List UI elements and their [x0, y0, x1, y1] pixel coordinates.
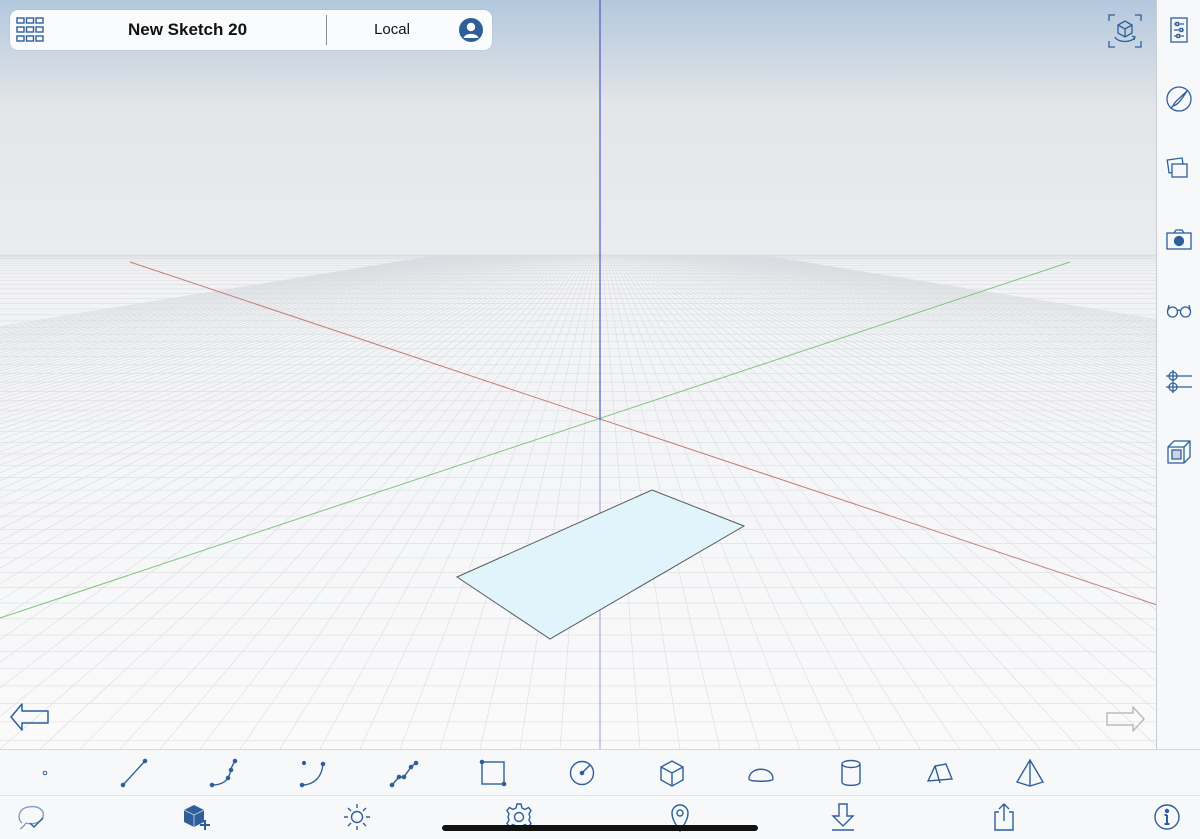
- info-icon[interactable]: [1151, 801, 1183, 833]
- home-indicator: [442, 825, 758, 831]
- sketch-viewport[interactable]: [0, 0, 1157, 749]
- document-title[interactable]: New Sketch 20: [50, 10, 325, 50]
- view-cube-icon[interactable]: [1108, 14, 1142, 48]
- section-box-icon[interactable]: [1165, 437, 1193, 465]
- pyramid-icon[interactable]: [1014, 757, 1046, 789]
- polyline-icon[interactable]: [208, 757, 240, 789]
- document-titlebar: New Sketch 20 Local: [10, 10, 492, 50]
- snapping-icon[interactable]: [1165, 367, 1193, 395]
- spline-icon[interactable]: [388, 757, 420, 789]
- paint-brush-icon[interactable]: [1165, 85, 1193, 113]
- grid-menu-icon[interactable]: [16, 16, 44, 44]
- import-icon[interactable]: [827, 801, 859, 833]
- camera-icon[interactable]: [1165, 226, 1193, 254]
- draw-toolbar: [0, 749, 1200, 795]
- bottom-toolbar: [0, 795, 1200, 839]
- point-icon[interactable]: [29, 757, 61, 789]
- line-icon[interactable]: [118, 757, 150, 789]
- rectangle-icon[interactable]: [477, 757, 509, 789]
- undo-arrow-icon[interactable]: [8, 700, 52, 736]
- layers-icon[interactable]: [1165, 155, 1193, 183]
- select-lasso-icon[interactable]: [16, 801, 48, 833]
- box-icon[interactable]: [656, 757, 688, 789]
- settings-sliders-icon[interactable]: [1165, 16, 1193, 44]
- ground-plane: [0, 255, 1157, 749]
- hemisphere-icon[interactable]: [745, 757, 777, 789]
- glasses-icon[interactable]: [1165, 296, 1193, 324]
- right-sidebar: [1156, 0, 1200, 749]
- circle-icon[interactable]: [566, 757, 598, 789]
- wedge-icon[interactable]: [924, 757, 956, 789]
- lighting-icon[interactable]: [341, 801, 373, 833]
- redo-arrow-icon: [1103, 703, 1147, 737]
- user-avatar-icon[interactable]: [459, 18, 483, 42]
- scene-canvas[interactable]: [0, 0, 1157, 749]
- share-icon[interactable]: [988, 801, 1020, 833]
- cylinder-icon[interactable]: [835, 757, 867, 789]
- add-object-icon[interactable]: [180, 801, 212, 833]
- arc-icon[interactable]: [298, 757, 330, 789]
- storage-mode-button[interactable]: Local: [327, 10, 457, 50]
